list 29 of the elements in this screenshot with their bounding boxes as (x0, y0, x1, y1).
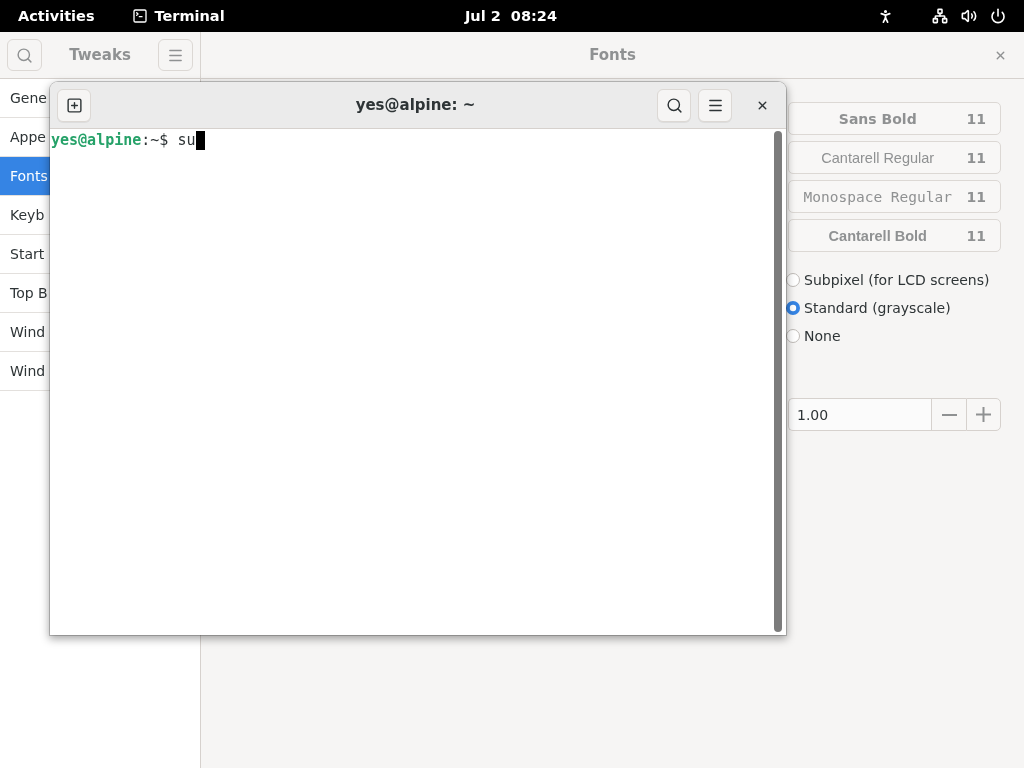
speaker-icon[interactable] (961, 8, 977, 24)
person-icon[interactable] (877, 7, 894, 25)
search-icon (16, 46, 33, 64)
sidebar-item[interactable]: Fonts (0, 157, 50, 196)
search-icon (665, 96, 683, 114)
app-menu-button[interactable]: Terminal (121, 4, 235, 28)
activities-button[interactable]: Activities (8, 4, 105, 28)
menu-button[interactable] (698, 88, 732, 122)
radio-option[interactable]: Subpixel (for LCD screens) (786, 266, 990, 294)
terminal-title: yes@alpine: ~ (355, 96, 476, 114)
prompt-line: yes@alpine:~$ su (51, 131, 196, 150)
minus-icon (941, 413, 957, 416)
decrement-button[interactable] (931, 398, 966, 431)
scrollbar-thumb[interactable] (774, 131, 782, 632)
radio-option[interactable]: Standard (grayscale) (786, 294, 951, 322)
terminal-icon (131, 8, 148, 24)
radio-option[interactable]: None (786, 322, 841, 350)
window-title: Tweaks (69, 46, 131, 64)
increment-button[interactable] (966, 398, 1001, 431)
network-icon[interactable] (932, 8, 948, 24)
search-button[interactable] (657, 88, 691, 122)
power-icon[interactable] (990, 8, 1006, 24)
text-cursor-icon (195, 131, 205, 150)
square-plus-icon (65, 96, 83, 114)
clock-button[interactable]: Jul 2 08:24 (454, 4, 568, 28)
scaling-factor-field[interactable]: 1.00 (788, 398, 931, 431)
plus-icon (976, 407, 991, 422)
page-title: Fonts (589, 46, 636, 64)
new-tab-button[interactable] (57, 88, 91, 122)
